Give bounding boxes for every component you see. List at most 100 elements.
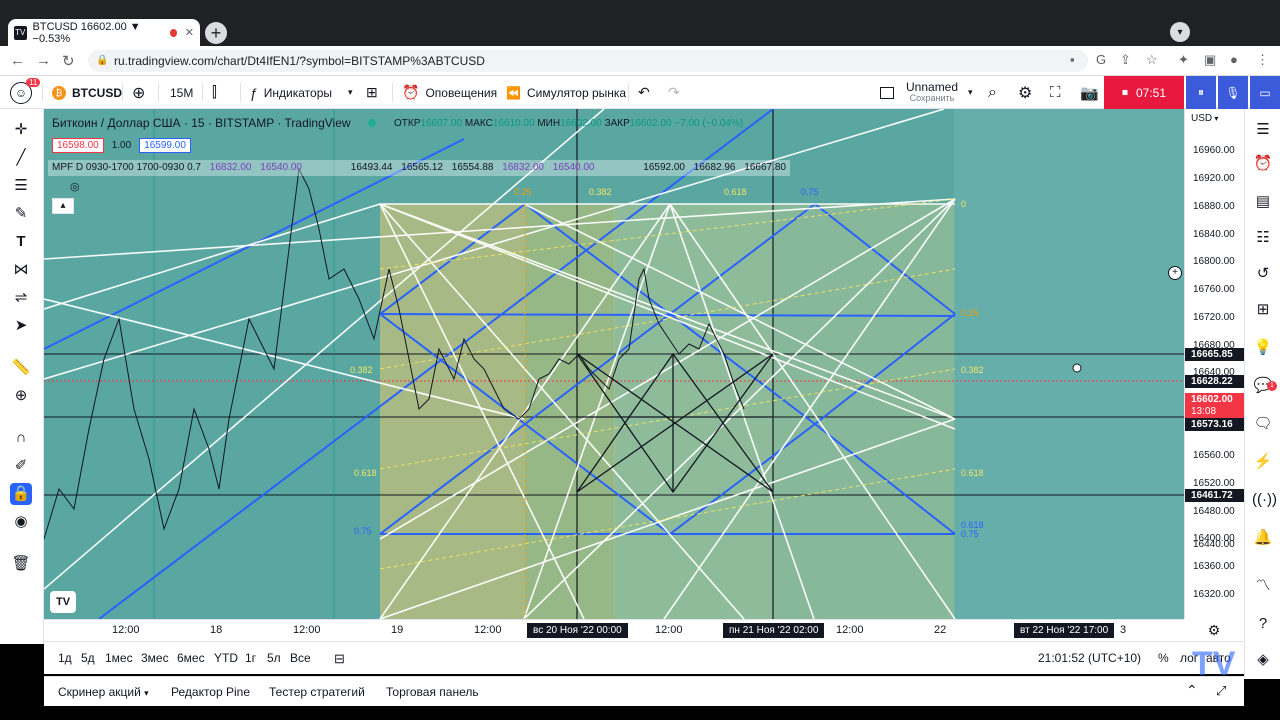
panel-tab-pine-editor[interactable]: Редактор Pine — [171, 685, 250, 699]
lock-drawing-icon[interactable]: ✐ — [10, 455, 32, 477]
messages-icon[interactable]: 🗨 — [1252, 413, 1274, 435]
magnet-icon[interactable]: ∩ — [10, 427, 32, 449]
range-1d[interactable]: 1д — [58, 651, 72, 665]
layout-button[interactable]: Unnamed Сохранить ▾ — [880, 76, 973, 109]
record-timer[interactable]: ⏹ 07:51 — [1104, 76, 1184, 109]
percent-toggle[interactable]: % — [1158, 651, 1169, 665]
add-alert-icon[interactable]: + — [1168, 266, 1182, 280]
trend-icon[interactable]: 〽 — [1252, 575, 1274, 597]
range-5d[interactable]: 5д — [81, 651, 95, 665]
panel-tab-strategy-tester[interactable]: Тестер стратегий — [269, 685, 365, 699]
crosshair-icon[interactable]: ✛ — [10, 119, 32, 141]
camera-record-button[interactable]: ▭ — [1250, 76, 1280, 109]
pitchfork-icon[interactable]: ☰ — [10, 175, 32, 197]
clock-timezone[interactable]: 21:01:52 (UTC+10) — [1038, 651, 1141, 665]
fullscreen-button[interactable]: ⛶ — [1050, 76, 1061, 109]
help-icon[interactable]: ? — [1252, 613, 1274, 635]
extensions-icon[interactable]: ✦ — [1178, 52, 1189, 68]
chart-type-button[interactable]: ⫿ — [212, 76, 217, 109]
undo-button[interactable]: ↶ — [638, 76, 650, 109]
range-6m[interactable]: 6мес — [177, 651, 205, 665]
profile-icon[interactable]: ● — [1230, 52, 1238, 67]
mic-button[interactable]: 🎙 — [1218, 76, 1248, 109]
currency-selector[interactable]: USD ▾ — [1191, 113, 1218, 124]
url-field[interactable]: 🔒 ru.tradingview.com/chart/Dt4IfEN1/?sym… — [88, 50, 1088, 72]
layout-status: Сохранить — [909, 92, 955, 103]
redo-button[interactable]: ↷ — [668, 76, 680, 109]
search-button[interactable]: ⌕ — [988, 76, 997, 109]
axis-settings-icon[interactable]: ⚙ — [1184, 619, 1244, 641]
user-avatar[interactable]: ☺ 11 — [10, 76, 41, 109]
chart-pane[interactable]: 0.25 0.382 0.618 0.75 0 0.25 0.382 0.618… — [44, 109, 1184, 619]
panel-tab-trading[interactable]: Торговая панель — [386, 685, 479, 699]
lock-icon[interactable]: 🔒 — [10, 483, 32, 505]
range-3m[interactable]: 3мес — [141, 651, 169, 665]
camera-icon[interactable]: ▪ — [1070, 52, 1075, 67]
goto-date-icon[interactable]: ⊟ — [334, 651, 345, 667]
maximize-panel-icon[interactable]: ⤢ — [1216, 683, 1226, 699]
new-tab-button[interactable]: + — [205, 22, 227, 44]
signals-icon[interactable]: ⚡ — [1252, 451, 1274, 473]
notifications-icon[interactable]: 🔔 — [1252, 527, 1274, 549]
crosshair-time-label: пн 21 Ноя '22 02:00 — [723, 623, 825, 638]
prediction-icon[interactable]: ⇌ — [10, 287, 32, 309]
compare-symbol-button[interactable]: ⊕ — [132, 76, 145, 109]
brush-icon[interactable]: ✎ — [10, 203, 32, 225]
pause-record-button[interactable]: ⏸ — [1186, 76, 1216, 109]
google-icon[interactable]: G — [1096, 52, 1106, 67]
watchlist-icon[interactable]: ☰ — [1252, 119, 1274, 141]
replay-button[interactable]: ⏪ Симулятор рынка — [506, 76, 626, 109]
bookmark-star-icon[interactable]: ☆ — [1146, 52, 1158, 68]
range-5y[interactable]: 5л — [267, 651, 281, 665]
lightbulb-icon[interactable]: 💡 — [1252, 337, 1274, 359]
browser-tab[interactable]: TV BTCUSD 16602.00 ▼ −0.53% ✕ — [8, 19, 200, 46]
tradingview-logo[interactable]: TV — [50, 591, 76, 613]
symbol-search-button[interactable]: ₿ BTCUSD — [52, 76, 122, 109]
panel-tab-screener[interactable]: Скринер акций ▾ — [58, 685, 149, 699]
alerts-clock-icon[interactable]: ⏰ — [1252, 153, 1274, 175]
range-1m[interactable]: 1мес — [105, 651, 133, 665]
ideas-icon[interactable]: ⊞ — [1252, 299, 1274, 321]
close-tab-icon[interactable]: ✕ — [185, 26, 194, 39]
eye-icon[interactable]: ◉ — [10, 511, 32, 533]
settings-button[interactable]: ⚙ — [1018, 76, 1032, 109]
data-window-icon[interactable]: ▤ — [1252, 191, 1274, 213]
interval-button[interactable]: 15M — [170, 76, 193, 109]
range-ytd[interactable]: YTD — [214, 651, 238, 665]
ruler-icon[interactable]: 📏 — [10, 357, 32, 379]
snapshot-button[interactable]: 📷 — [1080, 76, 1099, 109]
forward-icon[interactable]: → — [36, 52, 51, 69]
indicators-icon: ƒ — [250, 84, 258, 101]
trash-icon[interactable]: 🗑 — [10, 553, 32, 575]
broadcast-icon[interactable]: ((·)) — [1252, 489, 1277, 511]
sell-button[interactable]: 16598.00 — [52, 138, 104, 153]
range-all[interactable]: Все — [290, 651, 311, 665]
range-1y[interactable]: 1г — [245, 651, 256, 665]
calendar-icon[interactable]: ↺ — [1252, 263, 1274, 285]
hotlists-icon[interactable]: ☷ — [1252, 227, 1274, 249]
indicators-button[interactable]: ƒ Индикаторы ▾ — [250, 76, 353, 109]
browser-menu-icon[interactable]: ⋮ — [1256, 52, 1269, 68]
collapse-legend-button[interactable]: ▴ — [52, 198, 74, 214]
sidepanel-icon[interactable]: ▣ — [1204, 52, 1216, 68]
hide-indicator-icon[interactable]: ◎ — [70, 180, 80, 193]
pattern-icon[interactable]: ⋈ — [10, 259, 32, 281]
text-tool-icon[interactable]: T — [10, 231, 32, 253]
zoom-in-icon[interactable]: ⊕ — [10, 385, 32, 407]
price-axis[interactable]: USD ▾ 16960.00 16920.00 16880.00 16840.0… — [1184, 109, 1244, 619]
reload-icon[interactable]: ↻ — [62, 52, 75, 70]
high-value: 16610.00 — [492, 118, 535, 129]
layers-icon[interactable]: ◈ — [1252, 649, 1274, 671]
alerts-button[interactable]: ⏰ Оповещения — [402, 76, 497, 109]
trendline-icon[interactable]: ╱ — [10, 147, 32, 169]
buy-button[interactable]: 16599.00 — [139, 138, 191, 153]
templates-button[interactable]: ⊞ — [366, 76, 378, 109]
share-icon[interactable]: ⇪ — [1120, 52, 1131, 68]
back-icon[interactable]: ← — [10, 52, 25, 69]
symbol-title[interactable]: Биткоин / Доллар США · 15 · BITSTAMP · T… — [52, 116, 351, 130]
indicator-legend[interactable]: MPF D 0930-1700 1700-0930 0.7 16832.00 1… — [48, 160, 790, 176]
cursor-arrow-icon[interactable]: ➤ — [10, 315, 32, 337]
quantity-value[interactable]: 1.00 — [104, 140, 139, 151]
time-axis[interactable]: 12:00 18 12:00 19 12:00 12:00 12:00 22 3… — [44, 619, 1184, 641]
tab-search-button[interactable]: ▾ — [1170, 22, 1190, 42]
